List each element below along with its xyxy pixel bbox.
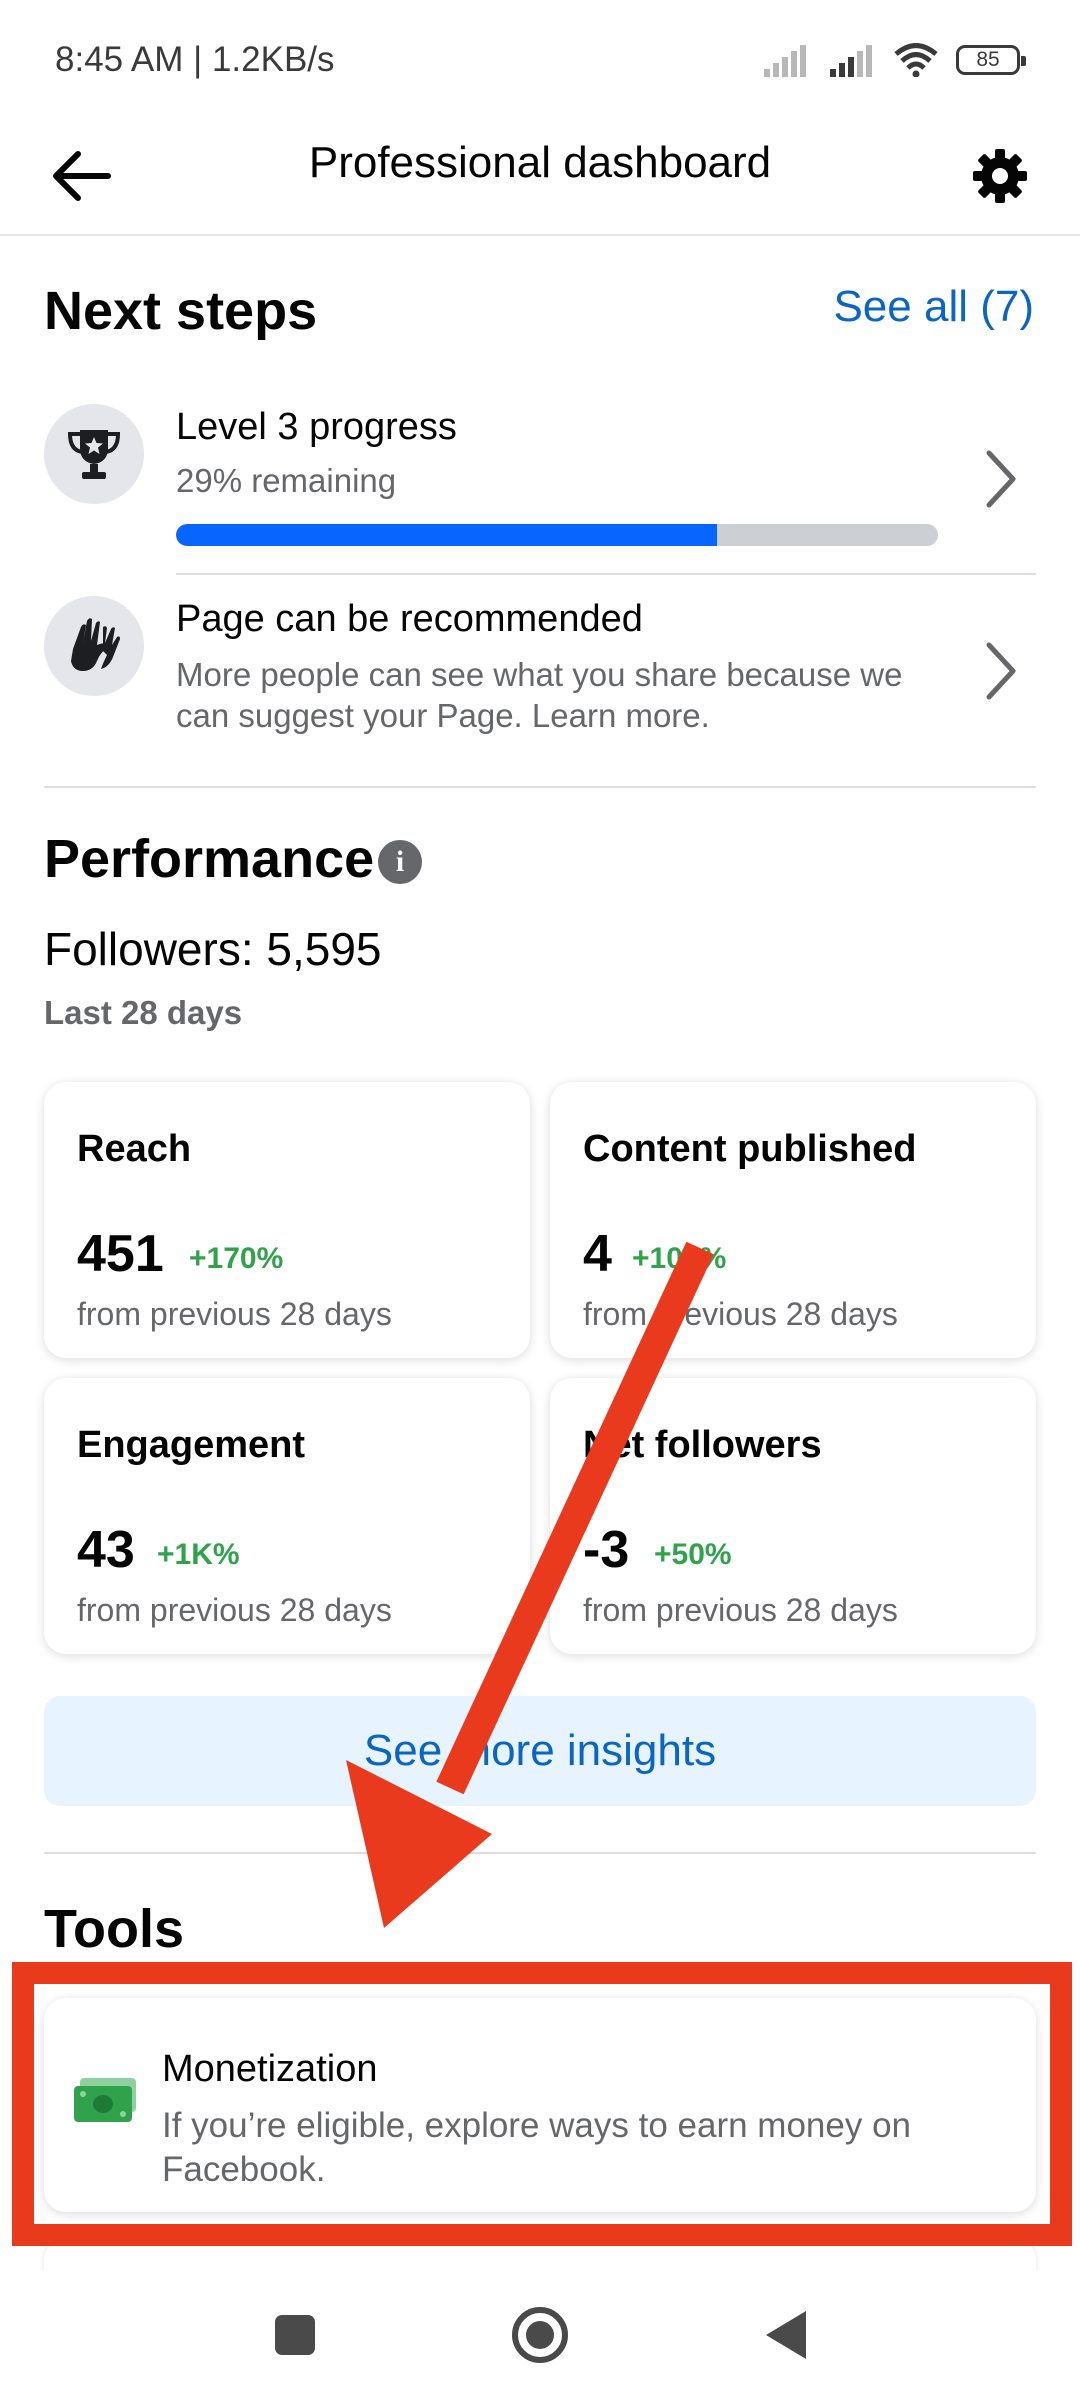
status-icons: 85 [762, 40, 1026, 80]
level-progress-bar [176, 524, 938, 546]
metric-value: 451 [77, 1225, 164, 1283]
recents-button[interactable] [230, 2270, 360, 2400]
section-divider [44, 786, 1036, 788]
home-button[interactable] [475, 2270, 605, 2400]
see-more-insights-button[interactable]: See more insights [44, 1696, 1036, 1806]
metric-footnote: from previous 28 days [77, 1296, 392, 1332]
metric-footnote: from previous 28 days [583, 1296, 898, 1332]
metric-value: 4 [583, 1225, 612, 1283]
progress-fill [176, 524, 718, 546]
tool-description: If you’re eligible, explore ways to earn… [162, 2106, 912, 2189]
step-level-progress[interactable]: Level 3 progress 29% remaining [44, 398, 1036, 574]
step-title: Page can be recommended [176, 598, 643, 640]
metric-value: -3 [583, 1521, 630, 1579]
info-icon[interactable]: i [378, 840, 422, 884]
recents-square-icon [275, 2315, 315, 2355]
metric-label: Engagement [77, 1424, 306, 1466]
wifi-icon [894, 43, 938, 77]
metric-change: +170% [189, 1242, 284, 1275]
metric-footnote: from previous 28 days [77, 1592, 392, 1628]
metric-label: Net followers [583, 1424, 822, 1466]
metric-card-content-published[interactable]: Content published 4 +100% from previous … [550, 1082, 1036, 1358]
metric-label: Reach [77, 1128, 192, 1170]
tools-heading: Tools [44, 1899, 184, 1959]
chevron-right-icon [976, 444, 1026, 514]
step-subtitle: 29% remaining [176, 462, 397, 499]
home-circle-icon [512, 2307, 568, 2363]
gear-icon [973, 149, 1027, 203]
signal-icon [830, 45, 872, 77]
battery-icon: 85 [956, 45, 1026, 75]
metric-change: +50% [654, 1538, 732, 1571]
metric-card-engagement[interactable]: Engagement 43 +1K% from previous 28 days [44, 1378, 530, 1654]
app-header: Professional dashboard [0, 120, 1080, 236]
metric-label: Content published [583, 1128, 917, 1170]
trophy-icon [44, 404, 144, 504]
status-bar: 8:45 AM | 1.2KB/s 85 [0, 0, 1080, 120]
metric-footnote: from previous 28 days [583, 1592, 898, 1628]
metric-change: +1K% [157, 1538, 240, 1571]
divider [176, 573, 1036, 575]
tool-title: Monetization [162, 2048, 378, 2090]
back-triangle-icon [766, 2311, 806, 2359]
period-label: Last 28 days [44, 994, 243, 1031]
step-description: More people can see what you share becau… [176, 656, 903, 734]
metric-card-reach[interactable]: Reach 451 +170% from previous 28 days [44, 1082, 530, 1358]
back-nav-button[interactable] [720, 2270, 850, 2400]
section-divider [44, 1852, 1036, 1854]
step-title: Level 3 progress [176, 406, 457, 448]
signal-icon [764, 45, 806, 77]
metric-card-net-followers[interactable]: Net followers -3 +50% from previous 28 d… [550, 1378, 1036, 1654]
money-icon [74, 2078, 136, 2122]
metric-change: +100% [632, 1242, 727, 1275]
step-page-recommended[interactable]: Page can be recommended More people can … [44, 592, 1036, 768]
metric-value: 43 [77, 1521, 135, 1579]
settings-button[interactable] [960, 136, 1040, 216]
followers-count: Followers: 5,595 [44, 923, 382, 975]
chevron-right-icon [976, 636, 1026, 706]
system-nav-bar [0, 2270, 1080, 2400]
status-time: 8:45 AM | 1.2KB/s [55, 40, 335, 79]
page-title: Professional dashboard [308, 138, 772, 187]
performance-heading: Performance [44, 829, 375, 889]
hands-icon [44, 596, 144, 696]
battery-level: 85 [976, 48, 1000, 71]
next-steps-heading: Next steps [44, 281, 318, 341]
see-all-link[interactable]: See all (7) [833, 282, 1034, 332]
tool-card-monetization[interactable]: Monetization If you’re eligible, explore… [44, 1998, 1036, 2212]
